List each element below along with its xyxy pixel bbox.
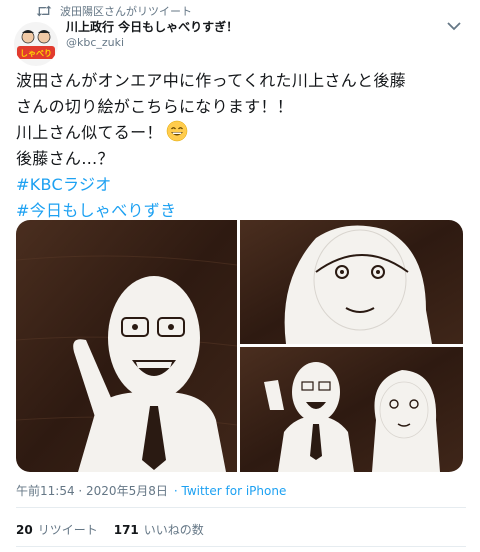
tweet-meta: 午前11:54 · 2020年5月8日 · Twitter for iPhone [16, 482, 286, 499]
tweet-line-text: 川上さん似てるー！ [16, 123, 163, 142]
tweet-stats: 20 リツイート 171 いいねの数 [16, 521, 204, 538]
author-block[interactable]: 川上政行 今日もしゃべりすぎ！ @kbc_zuki [66, 19, 238, 51]
divider [16, 507, 466, 508]
author-name[interactable]: 川上政行 今日もしゃべりすぎ！ [66, 19, 238, 35]
tweet-line: 川上さん似てるー！ [16, 120, 466, 146]
photo-goto-cutout[interactable] [240, 220, 463, 344]
like-count-label[interactable]: いいねの数 [144, 521, 204, 538]
hashtag-link[interactable]: #KBCラジオ [16, 172, 466, 198]
chevron-down-icon [447, 22, 461, 31]
retweet-count[interactable]: 20 [16, 523, 33, 537]
avatar-logo-text: しゃべり [20, 49, 52, 58]
retweet-icon [36, 5, 52, 17]
avatar-image: しゃべり [14, 22, 58, 66]
retweet-count-label[interactable]: リツイート [38, 521, 98, 538]
retweet-label: 波田陽区さんがリツイート [60, 5, 192, 18]
tweet-text: 波田さんがオンエア中に作ってくれた川上さんと後藤 さんの切り絵がこちらになります… [16, 68, 466, 224]
like-count[interactable]: 171 [114, 523, 139, 537]
tweet-line: さんの切り絵がこちらになります！！ [16, 97, 294, 116]
avatar[interactable]: しゃべり [14, 22, 58, 66]
timestamp[interactable]: 午前11:54 · 2020年5月8日 [16, 482, 168, 499]
tweet-line: 波田さんがオンエア中に作ってくれた川上さんと後藤 [16, 71, 406, 90]
source-link[interactable]: · Twitter for iPhone [174, 484, 286, 498]
media-grid[interactable] [16, 220, 463, 472]
photo-both-cutouts[interactable] [240, 347, 463, 472]
photo-kawakami-cutout[interactable] [16, 220, 238, 472]
divider [16, 546, 466, 547]
tweet-line: 後藤さん…？ [16, 149, 114, 168]
grinning-face-emoji-icon [166, 120, 187, 142]
author-handle[interactable]: @kbc_zuki [66, 35, 238, 51]
retweet-context[interactable]: 波田陽区さんがリツイート [36, 3, 192, 19]
more-options-button[interactable] [440, 14, 468, 38]
